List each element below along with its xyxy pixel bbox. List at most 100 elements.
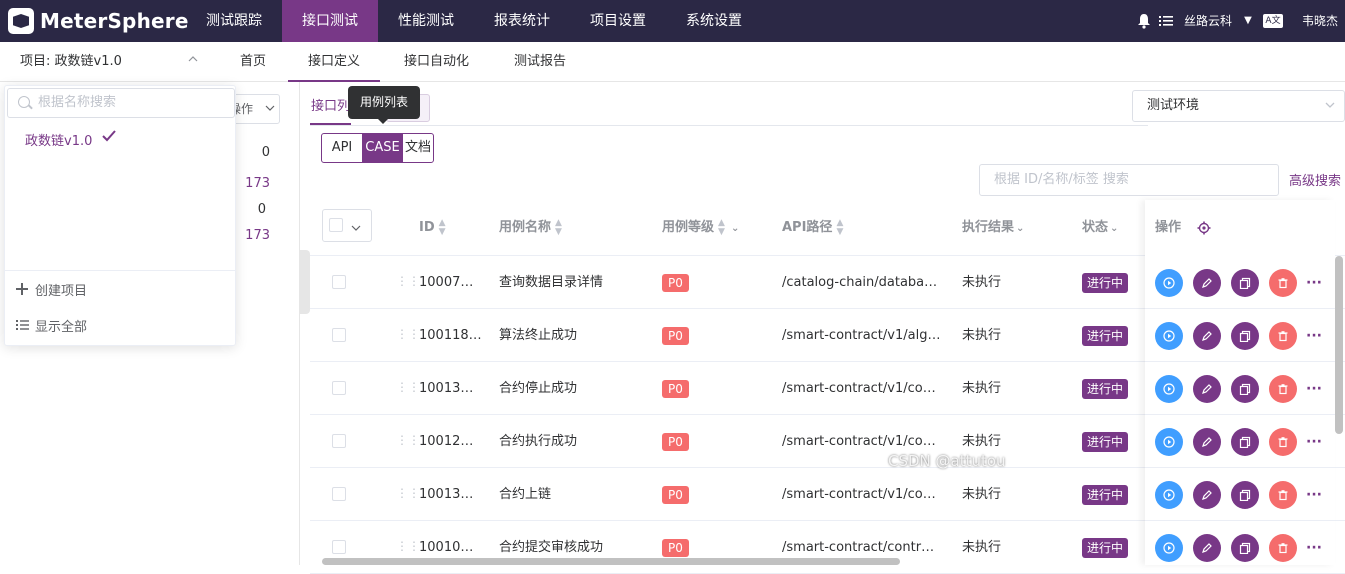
delete-button[interactable] [1269, 534, 1297, 562]
sort-icon[interactable]: ▲ ▼ [439, 218, 446, 237]
create-project-button[interactable]: 创建项目 [15, 280, 87, 299]
sort-icon[interactable]: ▲ ▼ [555, 218, 562, 237]
case-name[interactable]: 合约执行成功 [499, 415, 649, 468]
drag-handle-icon[interactable]: ⋮⋮ [396, 539, 420, 553]
more-icon[interactable]: ··· [1304, 481, 1324, 509]
delete-button[interactable] [1269, 375, 1297, 403]
run-button[interactable] [1155, 375, 1183, 403]
case-name[interactable]: 合约停止成功 [499, 362, 649, 415]
delete-button[interactable] [1269, 428, 1297, 456]
run-button[interactable] [1155, 428, 1183, 456]
sort-icon[interactable]: ▲ ▼ [836, 218, 843, 237]
header-name-label: 用例名称 [499, 220, 552, 235]
header-result[interactable]: 执行结果 ⌄ [962, 200, 1024, 256]
topnav-api-test[interactable]: 接口测试 [282, 0, 378, 42]
horizontal-scrollbar[interactable] [322, 558, 900, 565]
subnav-api-automation[interactable]: 接口自动化 [404, 42, 469, 82]
run-button[interactable] [1155, 534, 1183, 562]
language-icon[interactable]: A文 [1263, 14, 1283, 28]
case-name[interactable]: 合约上链 [499, 468, 649, 521]
collapse-handle[interactable] [300, 250, 310, 314]
copy-button[interactable] [1231, 481, 1259, 509]
project-switcher[interactable]: 项目: 政数链v1.0 [20, 42, 122, 82]
environment-select[interactable]: 测试环境 [1132, 90, 1345, 122]
more-icon[interactable]: ··· [1304, 428, 1324, 456]
tab-api-list[interactable]: 接口列 [310, 92, 352, 125]
subnav-api-definition[interactable]: 接口定义 [288, 42, 381, 82]
copy-button[interactable] [1231, 375, 1259, 403]
edit-button[interactable] [1193, 428, 1221, 456]
row-checkbox[interactable] [332, 328, 346, 342]
edit-button[interactable] [1193, 534, 1221, 562]
subnav-home[interactable]: 首页 [240, 42, 266, 82]
drag-handle-icon[interactable]: ⋮⋮ [396, 327, 420, 341]
app-logo[interactable]: MeterSphere [8, 6, 189, 36]
caret-down-icon[interactable]: ▼ [1240, 13, 1256, 29]
edit-button[interactable] [1193, 481, 1221, 509]
drag-handle-icon[interactable]: ⋮⋮ [396, 274, 420, 288]
row-checkbox[interactable] [332, 540, 346, 554]
header-path[interactable]: API路径 ▲ ▼ [782, 200, 843, 256]
topnav-report[interactable]: 报表统计 [474, 0, 570, 42]
project-option[interactable]: 政数链v1.0 [25, 130, 92, 149]
topnav-project-settings[interactable]: 项目设置 [570, 0, 666, 42]
copy-button[interactable] [1231, 534, 1259, 562]
copy-button[interactable] [1231, 322, 1259, 350]
header-id[interactable]: ID ▲ ▼ [419, 200, 446, 256]
topnav-system-settings[interactable]: 系统设置 [666, 0, 762, 42]
more-icon[interactable]: ··· [1304, 534, 1324, 562]
api-path: /smart-contract/v1/cont… [782, 381, 942, 396]
edit-button[interactable] [1193, 322, 1221, 350]
edit-button[interactable] [1193, 375, 1221, 403]
drag-handle-icon[interactable]: ⋮⋮ [396, 380, 420, 394]
delete-button[interactable] [1269, 481, 1297, 509]
edit-button[interactable] [1193, 269, 1221, 297]
mode-api-button[interactable]: API [322, 134, 362, 162]
filter-icon[interactable]: ⌄ [1016, 223, 1024, 234]
more-icon[interactable]: ··· [1304, 322, 1324, 350]
mode-doc-button[interactable]: 文档 [403, 134, 433, 162]
header-level[interactable]: 用例等级 ▲ ▼ ⌄ [662, 200, 739, 256]
copy-button[interactable] [1231, 428, 1259, 456]
case-name[interactable]: 算法终止成功 [499, 309, 649, 362]
bell-icon[interactable] [1136, 13, 1152, 29]
case-name[interactable]: 查询数据目录详情 [499, 256, 649, 309]
mode-case-button[interactable]: CASE [362, 134, 403, 162]
delete-button[interactable] [1269, 322, 1297, 350]
topnav-performance-test[interactable]: 性能测试 [378, 0, 474, 42]
header-name[interactable]: 用例名称 ▲ ▼ [499, 200, 562, 256]
drag-handle-icon[interactable]: ⋮⋮ [396, 486, 420, 500]
task-list-icon[interactable] [1158, 13, 1174, 29]
run-button[interactable] [1155, 322, 1183, 350]
user-menu[interactable]: 韦晓杰 [1302, 0, 1338, 42]
more-icon[interactable]: ··· [1304, 269, 1324, 297]
select-all-dropdown[interactable] [322, 209, 372, 242]
copy-button[interactable] [1231, 269, 1259, 297]
sort-icon[interactable]: ▲ ▼ [718, 218, 725, 237]
subnav-test-report[interactable]: 测试报告 [514, 42, 566, 82]
project-search-input[interactable]: 根据名称搜索 [7, 88, 235, 118]
run-button[interactable] [1155, 269, 1183, 297]
vertical-scrollbar[interactable] [1335, 256, 1343, 434]
select-all-checkbox[interactable] [329, 218, 343, 232]
row-checkbox[interactable] [332, 434, 346, 448]
case-name[interactable]: 合约提交审核成功 [499, 521, 649, 574]
advanced-search-link[interactable]: 高级搜索 [1289, 170, 1341, 189]
run-button[interactable] [1155, 481, 1183, 509]
workspace-switcher[interactable]: 丝路云科 [1184, 0, 1232, 42]
row-checkbox[interactable] [332, 381, 346, 395]
delete-button[interactable] [1269, 269, 1297, 297]
row-checkbox[interactable] [332, 275, 346, 289]
drag-handle-icon[interactable]: ⋮⋮ [396, 433, 420, 447]
chevron-up-icon[interactable] [188, 54, 198, 64]
filter-icon[interactable]: ⌄ [1110, 223, 1118, 234]
header-status[interactable]: 状态 ⌄ [1082, 200, 1118, 256]
filter-icon[interactable]: ⌄ [731, 223, 739, 234]
gear-icon[interactable] [1197, 221, 1211, 239]
status-badge: 进行中 [1082, 432, 1129, 452]
topnav-test-track[interactable]: 测试跟踪 [186, 0, 282, 42]
case-search-input[interactable]: 根据 ID/名称/标签 搜索 [979, 164, 1279, 196]
row-checkbox[interactable] [332, 487, 346, 501]
more-icon[interactable]: ··· [1304, 375, 1324, 403]
show-all-button[interactable]: 显示全部 [15, 316, 87, 335]
